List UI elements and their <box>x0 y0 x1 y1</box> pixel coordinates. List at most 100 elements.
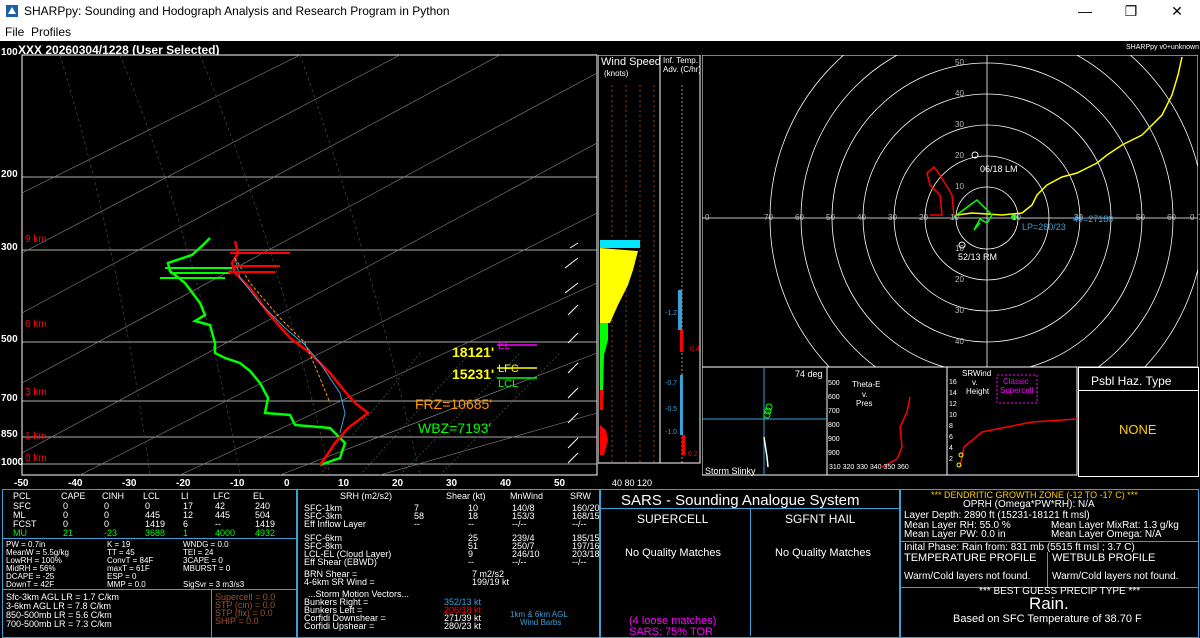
kin-cell: --/-- <box>512 519 527 529</box>
parcel-cell: 1 <box>183 528 189 538</box>
temp-axis-label: 40 <box>500 478 512 489</box>
lcl-tag: LCL <box>498 378 519 390</box>
height-label: 1 km <box>25 431 47 442</box>
lfc-tag: LFC <box>498 363 519 375</box>
thetae-v: v. <box>862 390 868 399</box>
dgz-pw: Mean Layer PW: 0.0 in <box>904 529 1006 540</box>
kin-header: Shear (kt) <box>446 491 486 501</box>
hodo-ring-label: 40 <box>955 337 964 346</box>
sars-hail: SGFNT HAIL <box>785 512 856 526</box>
temp-axis-label: 0 <box>284 478 290 489</box>
parcel-header: EL <box>253 491 265 501</box>
sars-supercell: SUPERCELL <box>637 512 709 526</box>
thetae-pressure-label: 700 <box>828 408 840 415</box>
right-mover-label: 52/13 RM <box>958 252 998 262</box>
classic-label: Classic <box>1003 377 1029 386</box>
precip-basis: Based on SFC Temperature of 38.70 F <box>953 613 1142 625</box>
inf-temp-sub: Adv. (C/hr) <box>663 65 702 74</box>
parcel-header: LCL <box>143 491 160 501</box>
hodograph-panel[interactable] <box>702 55 1198 367</box>
hodo-zero-label: 0 <box>1190 213 1195 222</box>
pressure-label: 100 <box>1 47 18 58</box>
height-label: 6 km <box>25 319 47 330</box>
wind-speed-panel <box>598 55 701 464</box>
hodo-zero-label: 0 <box>705 213 710 222</box>
srwind-height: Height <box>966 387 990 396</box>
frz-level: FRZ=10685' <box>415 396 492 412</box>
close-button[interactable]: ✕ <box>1154 0 1200 22</box>
temp-axis-label: 10 <box>338 478 350 489</box>
wetbulb-profile-text: Warm/Cold layers not found. <box>1052 571 1179 582</box>
srwind-height-label: 12 <box>949 401 957 408</box>
kin-cell: --/-- <box>512 557 527 567</box>
temp-axis-label: 50 <box>554 478 566 489</box>
hodo-ring-label: 20 <box>955 275 964 284</box>
height-label: 9 km <box>25 234 47 245</box>
hodo-ring-label: 30 <box>955 306 964 315</box>
slinky-deg: 74 deg <box>795 369 823 379</box>
barbs-label-2: Wind Barbs <box>520 618 562 627</box>
dgz-precip-panel: *** DENDRITIC GROWTH ZONE (-12 TO -17 C)… <box>900 489 1199 638</box>
hodo-x-label: 10 <box>1012 213 1021 222</box>
srwind-v: v. <box>972 378 978 387</box>
hodo-x-label: 60 <box>795 213 804 222</box>
lapse-rate: 700-500mb LR = 7.3 C/km <box>6 619 112 629</box>
thetae-axis: 310 320 330 340 350 360 <box>829 464 909 471</box>
thetae-pressure-label: 800 <box>828 422 840 429</box>
left-mover-label: 06/18 LM <box>980 164 1018 174</box>
inf-val-5: -1.0 <box>665 429 678 436</box>
hazard-panel: Psbl Haz. Type NONE <box>1078 367 1199 477</box>
menu-bar: File Profiles <box>0 22 1200 41</box>
hodo-ring-label: 40 <box>955 89 964 98</box>
pressure-label: 300 <box>1 242 18 253</box>
window-title: SHARPpy: Sounding and Hodograph Analysis… <box>24 4 450 18</box>
thetae-pressure-label: 500 <box>828 380 840 387</box>
sr46-label: 4-6km SR Wind = <box>304 577 375 587</box>
menu-profiles[interactable]: Profiles <box>31 25 71 39</box>
index-value: MBURST = 0 <box>183 564 231 573</box>
temp-axis-label: -50 <box>14 478 29 489</box>
parcel-panel: PCL CAPE CINH LCL LI LFC EL SFC 0 0 0 17 42 240 ML 0 0 44… <box>2 489 297 638</box>
inf-temp-title: Inf. Temp. <box>663 56 698 65</box>
srwind-height-label: 8 <box>949 423 953 430</box>
maximize-button[interactable]: ❐ <box>1108 0 1154 22</box>
pressure-label: 700 <box>1 393 18 404</box>
kin-cell: Eff Shear (EBWD) <box>304 557 377 567</box>
hodo-ring-label: 50 <box>955 58 964 67</box>
menu-file[interactable]: File <box>5 25 24 39</box>
supercell-label: Supercell <box>1000 386 1034 395</box>
inf-val-4: -0.5 <box>665 406 678 413</box>
hodo-x-label: 10 <box>950 213 959 222</box>
hazard-title: Psbl Haz. Type <box>1091 374 1172 388</box>
app-icon <box>6 5 18 17</box>
hodo-x-label: 50 <box>1136 213 1145 222</box>
version-label: SHARPpy v0+unknown <box>1126 44 1199 51</box>
el-tag: EL <box>498 341 511 352</box>
kinematics-panel: SRH (m2/s2) Shear (kt) MnWind SRW SFC-1km 7 10… <box>297 489 600 638</box>
kin-header: MnWind <box>510 491 544 501</box>
lp-label: LP=280/23 <box>1022 222 1066 232</box>
sars-title: SARS - Sounding Analogue System <box>621 492 860 509</box>
dgz-oprh: OPRH (Omega*PW*RH): N/A <box>963 499 1095 510</box>
kin-cell: -- <box>414 519 420 529</box>
wind-speed-title: Wind Speed <box>601 56 661 68</box>
parcel-header: CAPE <box>61 491 86 501</box>
temp-axis-label: -30 <box>122 478 137 489</box>
sars-nq1: No Quality Matches <box>625 547 721 559</box>
minimize-button[interactable]: — <box>1062 0 1108 22</box>
srwind-height-label: 6 <box>949 434 953 441</box>
thetae-pres: Pres <box>856 399 873 408</box>
hodo-x-label: 20 <box>919 213 928 222</box>
thetae-pressure-label: 900 <box>828 436 840 443</box>
temp-axis-label: -40 <box>68 478 83 489</box>
sm-label: 40=27180 <box>1073 214 1114 224</box>
thetae-title: Theta-E <box>852 380 881 389</box>
hodo-x-label: 50 <box>826 213 835 222</box>
parcel-header: PCL <box>13 491 31 501</box>
el-value: 18121' <box>452 344 495 360</box>
skewt-panel[interactable] <box>0 53 600 491</box>
parcel-header: LI <box>181 491 189 501</box>
hazard-value: NONE <box>1119 422 1157 437</box>
temp-profile-title: TEMPERATURE PROFILE <box>904 552 1037 564</box>
sharppy-main: XXX 20260304/1228 (User Selected) SHARPp… <box>0 41 1200 638</box>
